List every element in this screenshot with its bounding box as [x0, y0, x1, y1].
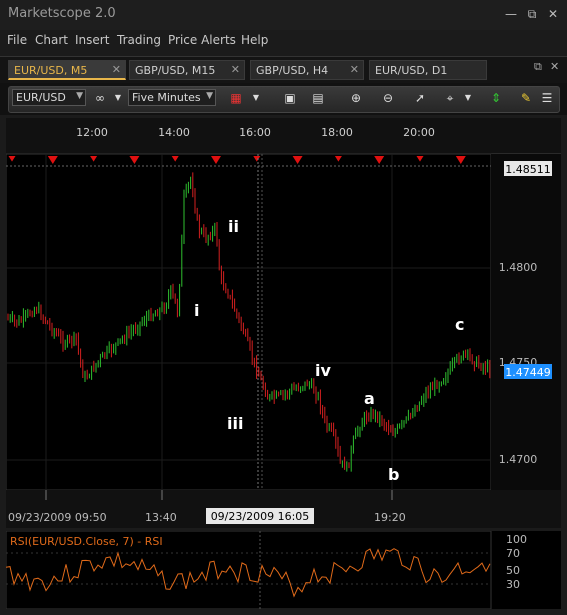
timeframe-select[interactable]: Five Minutes ▼: [128, 89, 216, 106]
menu-trading[interactable]: Trading: [117, 33, 161, 47]
close-tab-icon[interactable]: ✕: [231, 63, 240, 76]
period-marker: [8, 156, 16, 162]
chart-tab-bar: EUR/USD, M5 ✕ GBP/USD, M15 ✕ GBP/USD, H4…: [0, 56, 567, 83]
wave-label-ii: ii: [228, 217, 239, 236]
bars-icon[interactable]: ▤: [308, 89, 328, 107]
chevron-down-icon[interactable]: ▼: [250, 89, 262, 107]
wave-label-iii: iii: [227, 414, 243, 433]
tab-label: GBP/USD, H4: [256, 64, 329, 77]
symbol-value: EUR/USD: [16, 91, 66, 104]
zoom-in-icon[interactable]: ⊕: [346, 89, 366, 107]
close-icon[interactable]: ✕: [545, 6, 561, 22]
time-tick: 16:00: [239, 126, 271, 139]
crosshair-icon[interactable]: ⌖: [440, 89, 460, 107]
date-tick: 19:20: [374, 511, 406, 524]
time-tick: 20:00: [403, 126, 435, 139]
wave-label-iv: iv: [315, 361, 331, 380]
period-icon[interactable]: ⇕: [486, 89, 506, 107]
symbol-select[interactable]: EUR/USD ▼: [12, 89, 86, 106]
wave-label-a: a: [364, 389, 375, 408]
period-marker: [455, 156, 466, 164]
zoom-out-icon[interactable]: ⊖: [378, 89, 398, 107]
menu-chart[interactable]: Chart: [35, 33, 68, 47]
date-tick: 13:40: [145, 511, 177, 524]
chevron-down-icon: ▼: [76, 91, 83, 101]
chevron-down-icon: ▼: [206, 91, 213, 101]
price-axis: [491, 154, 561, 490]
cursor-time-label: 09/23/2009 16:05: [211, 510, 310, 523]
period-marker: [374, 156, 385, 164]
period-marker: [292, 156, 303, 164]
period-marker: [90, 156, 98, 162]
tab-label: EUR/USD, D1: [375, 64, 448, 77]
rsi-tick: 30: [506, 578, 520, 591]
draw-icon[interactable]: ✎: [516, 89, 536, 107]
period-marker: [253, 156, 261, 162]
restore-icon[interactable]: ⧉: [524, 6, 540, 22]
menu-file[interactable]: File: [7, 33, 27, 47]
minimize-icon[interactable]: —: [503, 6, 519, 22]
period-marker: [47, 156, 58, 164]
chevron-down-icon[interactable]: ▼: [462, 89, 474, 107]
rsi-title: RSI(EUR/USD.Close, 7) - RSI: [10, 535, 163, 548]
chart-type-icon[interactable]: ▦: [226, 89, 246, 107]
rsi-tick: 100: [506, 533, 527, 546]
plot-frame: [6, 153, 492, 491]
candles-icon[interactable]: ▣: [280, 89, 300, 107]
cursor-icon[interactable]: ➚: [410, 89, 430, 107]
tab-eurusd-m5[interactable]: EUR/USD, M5 ✕: [8, 60, 126, 80]
restore-chart-icon[interactable]: ⧉: [534, 60, 542, 74]
menu-bar: File Chart Insert Trading Price Alerts H…: [0, 30, 567, 52]
close-tab-icon[interactable]: ✕: [350, 63, 359, 76]
timeframe-value: Five Minutes: [132, 91, 201, 104]
period-marker: [334, 156, 342, 162]
current-price-label: 1.47449: [505, 366, 551, 379]
time-tick: 12:00: [76, 126, 108, 139]
chevron-down-icon[interactable]: ▼: [112, 89, 124, 107]
app-title: Marketscope 2.0: [8, 6, 116, 21]
menu-insert[interactable]: Insert: [75, 33, 109, 47]
close-chart-icon[interactable]: ✕: [550, 60, 559, 73]
more-icon[interactable]: ☰: [541, 89, 553, 107]
period-marker: [129, 156, 140, 164]
rsi-tick: 50: [506, 564, 520, 577]
link-icon[interactable]: ∞: [90, 89, 110, 107]
title-bar: Marketscope 2.0 — ⧉ ✕: [0, 0, 567, 30]
menu-help[interactable]: Help: [241, 33, 268, 47]
price-tick: 1.4800: [499, 261, 538, 274]
tab-label: GBP/USD, M15: [135, 64, 216, 77]
price-chart[interactable]: 12:00 14:00 16:00 18:00 20:00 i ii iii i…: [6, 118, 561, 528]
price-tick: 1.4700: [499, 453, 538, 466]
menu-price-alerts[interactable]: Price Alerts: [168, 33, 236, 47]
tab-label: EUR/USD, M5: [14, 64, 88, 77]
tab-gbpusd-h4[interactable]: GBP/USD, H4 ✕: [250, 60, 364, 80]
wave-label-c: c: [455, 315, 464, 334]
close-tab-icon[interactable]: ✕: [112, 63, 121, 76]
wave-label-b: b: [388, 465, 399, 484]
rsi-tick: 70: [506, 547, 520, 560]
tab-eurusd-d1[interactable]: EUR/USD, D1: [369, 60, 487, 80]
date-tick: 09/23/2009 09:50: [8, 511, 107, 524]
tab-gbpusd-m15[interactable]: GBP/USD, M15 ✕: [129, 60, 245, 80]
time-tick: 14:00: [158, 126, 190, 139]
wave-label-i: i: [194, 301, 199, 320]
high-price-label: 1.48511: [505, 163, 551, 176]
rsi-panel[interactable]: RSI(EUR/USD.Close, 7) - RSI 100 70 50 30: [6, 531, 561, 609]
period-marker: [211, 156, 221, 164]
period-marker: [171, 156, 179, 162]
time-tick: 18:00: [321, 126, 353, 139]
period-marker: [416, 156, 424, 162]
